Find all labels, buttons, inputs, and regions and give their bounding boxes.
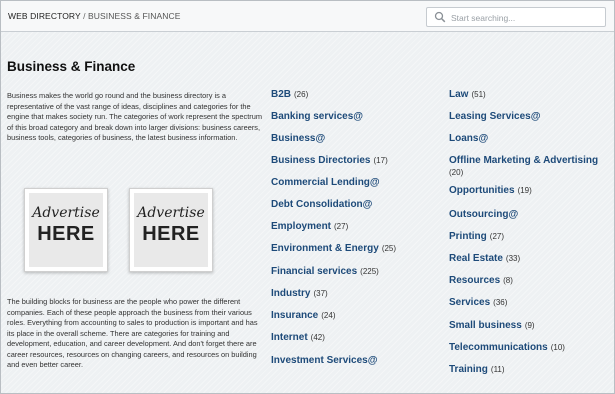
category-link[interactable]: Opportunities bbox=[449, 185, 515, 196]
category-count: (27) bbox=[334, 222, 349, 231]
category-count: (8) bbox=[503, 276, 513, 285]
category-count: (27) bbox=[489, 232, 505, 241]
category-count: (36) bbox=[493, 298, 508, 307]
category-link[interactable]: Insurance bbox=[271, 310, 318, 321]
breadcrumb: WEB DIRECTORY / BUSINESS & FINANCE bbox=[8, 11, 181, 21]
breadcrumb-root-link[interactable]: WEB DIRECTORY bbox=[8, 11, 81, 21]
category-count: (33) bbox=[505, 254, 521, 263]
advertise-banner[interactable]: Advertise HERE bbox=[24, 188, 108, 272]
category-link[interactable]: Law bbox=[449, 89, 468, 100]
category-link[interactable]: Small business bbox=[449, 320, 522, 331]
here-text: HERE bbox=[142, 223, 200, 245]
category-item: Real Estate (33) bbox=[449, 248, 520, 266]
category-link[interactable]: Employment bbox=[271, 221, 331, 232]
category-count: (42) bbox=[310, 333, 325, 342]
category-count: (11) bbox=[490, 365, 505, 374]
category-item: Banking services@ bbox=[271, 106, 363, 124]
category-count: (51) bbox=[471, 90, 486, 99]
search-input[interactable] bbox=[449, 9, 603, 26]
advertise-text: Advertise bbox=[32, 205, 100, 221]
category-count: (24) bbox=[321, 311, 336, 320]
category-item: Resources (8) bbox=[449, 270, 513, 288]
category-link[interactable]: Industry bbox=[271, 288, 310, 299]
category-item: B2B (26) bbox=[271, 84, 308, 102]
category-item: Loans@ bbox=[449, 128, 488, 146]
category-link[interactable]: Debt Consolidation@ bbox=[271, 199, 372, 210]
category-item: Leasing Services@ bbox=[449, 106, 540, 124]
category-link[interactable]: Printing bbox=[449, 231, 487, 242]
category-link[interactable]: Training bbox=[449, 364, 488, 375]
category-link[interactable]: Real Estate bbox=[449, 253, 503, 264]
here-text: HERE bbox=[37, 223, 95, 245]
category-item: Industry (37) bbox=[271, 283, 328, 301]
category-item: Insurance (24) bbox=[271, 305, 335, 323]
category-link[interactable]: Business@ bbox=[271, 133, 325, 144]
category-link[interactable]: Commercial Lending@ bbox=[271, 177, 380, 188]
category-item: Financial services (225) bbox=[271, 261, 379, 279]
category-link[interactable]: Business Directories bbox=[271, 155, 371, 166]
category-count: (26) bbox=[294, 90, 309, 99]
category-link[interactable]: Internet bbox=[271, 332, 308, 343]
category-link[interactable]: Outsourcing@ bbox=[449, 209, 518, 220]
category-link[interactable]: Leasing Services@ bbox=[449, 111, 540, 122]
category-link[interactable]: Resources bbox=[449, 275, 500, 286]
category-item: Small business (9) bbox=[449, 315, 535, 333]
category-count: (225) bbox=[360, 267, 379, 276]
category-count: (9) bbox=[524, 321, 535, 330]
search-box[interactable] bbox=[426, 7, 606, 27]
category-item: Internet (42) bbox=[271, 327, 325, 345]
category-item: Telecommunications (10) bbox=[449, 337, 565, 355]
category-link[interactable]: Investment Services@ bbox=[271, 355, 377, 366]
category-link[interactable]: Loans@ bbox=[449, 133, 488, 144]
outro-paragraph: The building blocks for business are the… bbox=[7, 297, 258, 369]
category-item: Opportunities (19) bbox=[449, 180, 532, 198]
advertise-banner[interactable]: Advertise HERE bbox=[129, 188, 213, 272]
category-item: Offline Marketing & Advertising (20) bbox=[449, 150, 598, 177]
category-item: Services (36) bbox=[449, 292, 507, 310]
advertise-text: Advertise bbox=[137, 205, 205, 221]
category-count: (17) bbox=[373, 156, 388, 165]
category-link[interactable]: Financial services bbox=[271, 266, 357, 277]
page-frame: WEB DIRECTORY / BUSINESS & FINANCE Busin… bbox=[0, 0, 615, 394]
category-count: (25) bbox=[381, 244, 397, 253]
category-link[interactable]: Offline Marketing & Advertising bbox=[449, 155, 598, 166]
category-count: (19) bbox=[517, 186, 532, 195]
category-link[interactable]: B2B bbox=[271, 89, 291, 100]
category-link[interactable]: Environment & Energy bbox=[271, 243, 379, 254]
breadcrumb-current: BUSINESS & FINANCE bbox=[88, 11, 181, 21]
category-item: Employment (27) bbox=[271, 216, 348, 234]
intro-paragraph: Business makes the world go round and th… bbox=[7, 91, 262, 142]
top-bar: WEB DIRECTORY / BUSINESS & FINANCE bbox=[1, 1, 614, 32]
category-item: Business@ bbox=[271, 128, 325, 146]
category-item: Debt Consolidation@ bbox=[271, 194, 372, 212]
category-link[interactable]: Services bbox=[449, 297, 490, 308]
category-count: (20) bbox=[449, 168, 464, 177]
advertise-banner-inner: Advertise HERE bbox=[134, 193, 208, 267]
category-item: Commercial Lending@ bbox=[271, 172, 380, 190]
breadcrumb-separator: / bbox=[83, 11, 86, 21]
advertise-banner-inner: Advertise HERE bbox=[29, 193, 103, 267]
category-count: (37) bbox=[313, 289, 328, 298]
category-count: (10) bbox=[550, 343, 565, 352]
category-item: Business Directories (17) bbox=[271, 150, 388, 168]
category-link[interactable]: Telecommunications bbox=[449, 342, 548, 353]
category-item: Printing (27) bbox=[449, 226, 504, 244]
category-item: Training (11) bbox=[449, 359, 505, 377]
category-link[interactable]: Banking services@ bbox=[271, 111, 363, 122]
category-item: Outsourcing@ bbox=[449, 204, 518, 222]
search-icon[interactable] bbox=[434, 11, 446, 23]
category-item: Environment & Energy (25) bbox=[271, 238, 396, 256]
category-item: Law (51) bbox=[449, 84, 486, 102]
category-item: Investment Services@ bbox=[271, 350, 377, 368]
page-title: Business & Finance bbox=[7, 59, 136, 74]
